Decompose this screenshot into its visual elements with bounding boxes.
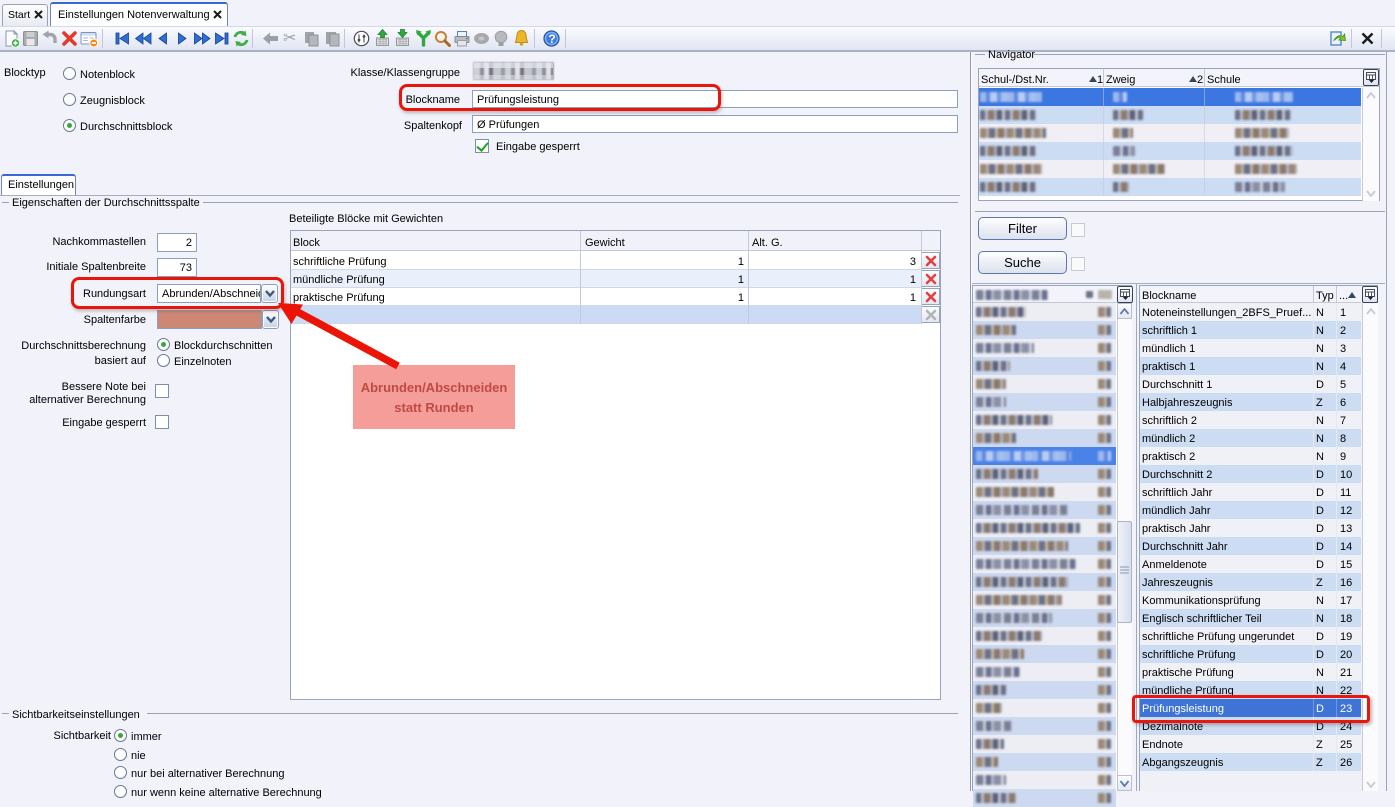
svg-text:?: ? bbox=[548, 32, 555, 46]
svg-text:✂: ✂ bbox=[283, 30, 296, 47]
